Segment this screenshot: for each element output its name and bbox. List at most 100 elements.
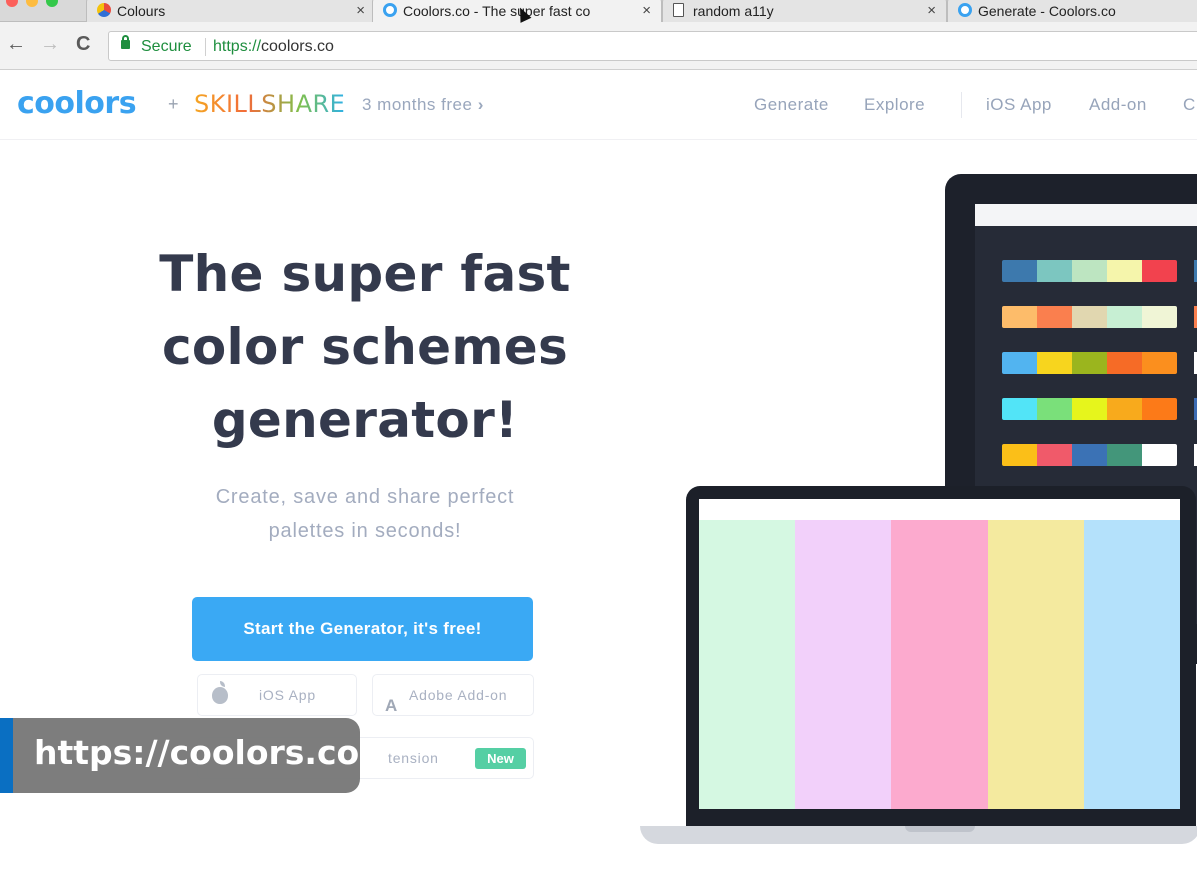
palette-swatch xyxy=(1142,352,1177,374)
palette-column xyxy=(891,520,988,809)
palette-column xyxy=(699,520,796,809)
ios-app-button[interactable]: iOS App xyxy=(197,674,357,716)
chevron-right-icon: › xyxy=(477,95,484,114)
url-host: coolors.co xyxy=(261,38,334,55)
adobe-addon-button[interactable]: A Adobe Add-on xyxy=(372,674,534,716)
laptop-screen xyxy=(699,499,1180,809)
nav-truncated-item[interactable]: C xyxy=(1183,95,1196,115)
headline-line: The super fast xyxy=(159,245,571,303)
palette-swatch xyxy=(1002,260,1037,282)
skillshare-wordmark: SKILLSHARE xyxy=(194,90,346,118)
window-controls xyxy=(6,0,58,7)
colours-favicon-icon xyxy=(97,3,111,17)
palette-column xyxy=(987,520,1084,809)
back-arrow-icon[interactable]: ← xyxy=(6,34,26,54)
laptop-topbar xyxy=(699,499,1180,520)
apple-icon xyxy=(212,681,228,704)
skillshare-logo[interactable]: SKILLSHARE xyxy=(194,90,345,118)
coolors-favicon-icon xyxy=(958,3,972,17)
palette-column xyxy=(1083,520,1180,809)
palette-strip xyxy=(1002,260,1177,282)
close-window-button[interactable] xyxy=(6,0,18,7)
laptop-palette xyxy=(699,520,1180,809)
url-text[interactable]: https://coolors.co xyxy=(213,38,334,56)
palette-swatch xyxy=(1037,260,1072,282)
tab-title: Generate - Coolors.co xyxy=(978,3,1116,19)
coolors-logo[interactable]: coolors xyxy=(17,86,137,121)
headline-line: generator! xyxy=(211,391,519,449)
palette-strip xyxy=(1002,444,1177,466)
lock-icon xyxy=(121,35,130,49)
caption-text: https://coolors.co xyxy=(34,733,360,772)
palette-swatch xyxy=(1002,306,1037,328)
tab-generate-coolors[interactable]: Generate - Coolors.co xyxy=(947,0,1197,22)
plus-sign: + xyxy=(168,94,179,114)
tab-title: random a11y xyxy=(693,3,774,19)
headline-line: color schemes xyxy=(161,318,569,376)
palette-column xyxy=(795,520,892,809)
palette-strip xyxy=(1002,352,1177,374)
address-divider xyxy=(205,38,206,56)
palette-swatch xyxy=(1107,306,1142,328)
palette-swatch xyxy=(1002,444,1037,466)
url-caption-overlay: https://coolors.co xyxy=(0,718,360,793)
tab-title: Colours xyxy=(117,3,166,19)
palette-swatch xyxy=(1142,306,1177,328)
palette-swatch xyxy=(1142,398,1177,420)
palette-swatch xyxy=(1107,444,1142,466)
monitor-topbar xyxy=(975,204,1197,226)
promo-text: 3 months free xyxy=(362,95,473,114)
nav-ios-app[interactable]: iOS App xyxy=(986,95,1052,115)
browser-toolbar: ← → C Secure https://coolors.co xyxy=(0,22,1197,70)
site-header: coolors + SKILLSHARE 3 months free › Gen… xyxy=(0,72,1197,140)
palette-swatch xyxy=(1107,352,1142,374)
palette-strip xyxy=(1002,306,1177,328)
nav-generate[interactable]: Generate xyxy=(754,95,829,115)
tab-random-a11y[interactable]: random a11y × xyxy=(662,0,947,22)
ios-app-label: iOS App xyxy=(259,687,316,703)
close-tab-icon[interactable]: × xyxy=(927,2,936,19)
minimize-window-button[interactable] xyxy=(26,0,38,7)
hero-headline: The super fast color schemes generator! xyxy=(130,238,600,457)
secure-label: Secure xyxy=(141,38,192,55)
nav-add-on[interactable]: Add-on xyxy=(1089,95,1147,115)
palette-swatch xyxy=(1002,352,1037,374)
nav-explore[interactable]: Explore xyxy=(864,95,925,115)
url-scheme: https:// xyxy=(213,38,262,55)
document-icon xyxy=(673,3,684,17)
palette-swatch xyxy=(1072,398,1107,420)
maximize-window-button[interactable] xyxy=(46,0,58,7)
laptop-notch xyxy=(905,826,975,832)
hero-subheading: Create, save and share perfect palettes … xyxy=(160,480,570,548)
palette-swatch xyxy=(1142,444,1177,466)
adobe-addon-label: Adobe Add-on xyxy=(409,687,508,703)
promo-link[interactable]: 3 months free › xyxy=(362,95,484,115)
palette-swatch xyxy=(1037,444,1072,466)
tab-title: Coolors.co - The super fast co xyxy=(403,3,591,19)
tab-colours[interactable]: Colours × xyxy=(86,0,376,22)
subhead-line: Create, save and share perfect xyxy=(215,486,515,508)
subhead-line: palettes in seconds! xyxy=(268,520,462,542)
coolors-favicon-icon xyxy=(383,3,397,17)
browser-tab-strip: Colours × Coolors.co - The super fast co… xyxy=(0,0,1197,22)
reload-icon[interactable]: C xyxy=(76,34,90,54)
adobe-icon: A xyxy=(385,696,399,715)
palette-swatch xyxy=(1037,306,1072,328)
palette-swatch xyxy=(1072,260,1107,282)
close-tab-icon[interactable]: × xyxy=(356,2,365,19)
new-badge: New xyxy=(475,748,526,769)
start-generator-button[interactable]: Start the Generator, it's free! xyxy=(192,597,533,661)
palette-swatch xyxy=(1072,444,1107,466)
palette-swatch xyxy=(1107,398,1142,420)
palette-strip xyxy=(1002,398,1177,420)
screen: Colours × Coolors.co - The super fast co… xyxy=(0,0,1197,873)
palette-swatch xyxy=(1002,398,1037,420)
caption-accent-bar xyxy=(0,718,13,793)
forward-arrow-icon[interactable]: → xyxy=(40,34,60,54)
chrome-extension-label: tension xyxy=(388,750,439,766)
palette-swatch xyxy=(1142,260,1177,282)
palette-swatch xyxy=(1037,352,1072,374)
nav-divider xyxy=(961,92,962,118)
address-bar[interactable]: Secure https://coolors.co xyxy=(108,31,1197,61)
close-tab-icon[interactable]: × xyxy=(642,2,651,19)
